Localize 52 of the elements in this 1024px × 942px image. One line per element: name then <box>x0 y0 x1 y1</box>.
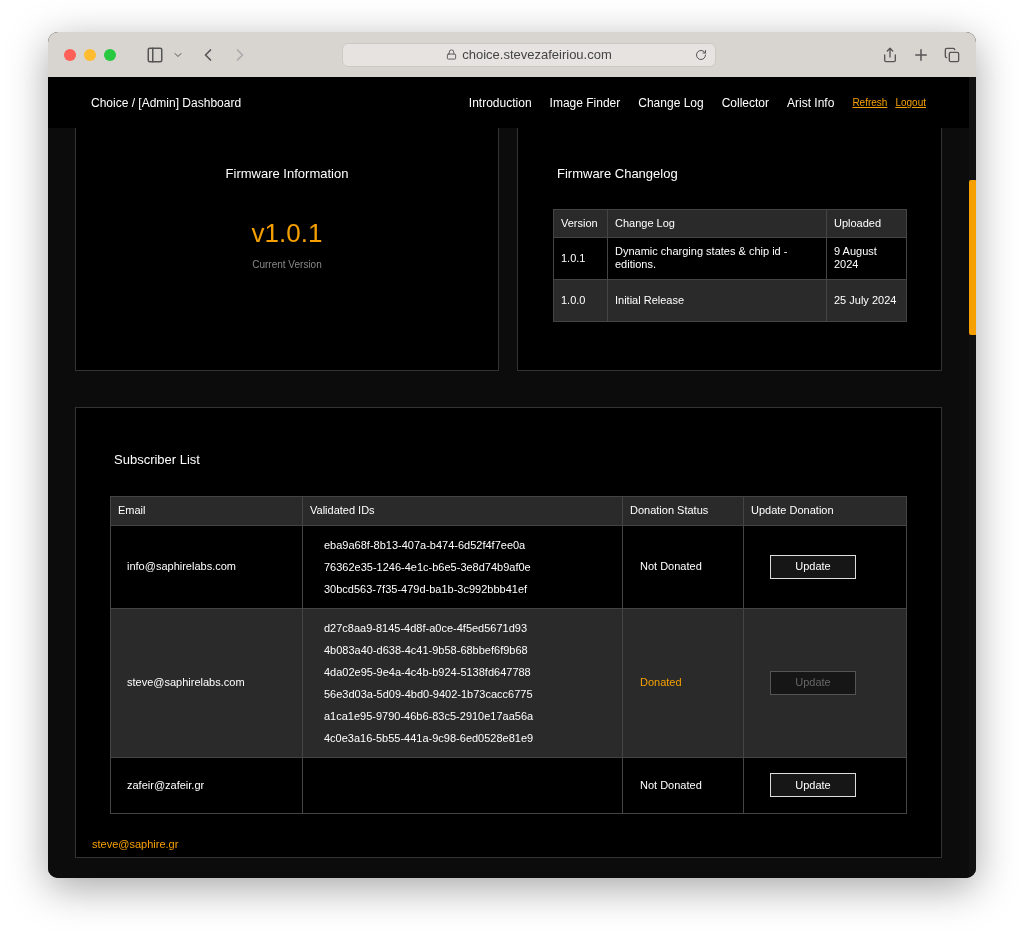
donation-status: Not Donated <box>640 560 702 573</box>
tabs-icon[interactable] <box>944 46 960 63</box>
panel-title: Firmware Information <box>225 165 349 183</box>
nav-link[interactable]: Introduction <box>468 93 532 112</box>
donation-status: Donated <box>640 676 682 689</box>
validated-id: 4b083a40-d638-4c41-9b58-68bbef6f9b68 <box>324 642 529 658</box>
share-icon[interactable] <box>882 46 898 63</box>
email-cell: zafeir@zafeir.gr <box>110 757 303 813</box>
validated-id: 4da02e95-9e4a-4c4b-b924-5138fd647788 <box>324 664 532 680</box>
lock-icon <box>446 49 458 60</box>
column-header: Donation Status <box>622 496 744 525</box>
update-button[interactable]: Update <box>770 554 856 579</box>
nav-link[interactable]: Change Log <box>638 93 704 112</box>
version-caption: Current Version <box>252 257 322 272</box>
column-header: Validated IDs <box>302 496 623 525</box>
version-number: v1.0.1 <box>251 216 323 250</box>
table-cell: Initial Release <box>607 279 827 321</box>
validated-id: a1ca1e95-9790-46b6-83c5-2910e17aa56a <box>324 708 535 724</box>
action-link[interactable]: Refresh <box>852 95 888 110</box>
column-header: Version <box>553 209 608 237</box>
table-cell: Dynamic charging states & chip id - editions. <box>607 237 827 279</box>
table-cell: 25 July 2024 <box>826 279 907 321</box>
validated-id: d27c8aa9-8145-4d8f-a0ce-4f5ed5671d93 <box>324 620 529 636</box>
panel-title: Firmware Changelog <box>556 165 679 183</box>
validated-id: 4c0e3a16-5b55-441a-9c98-6ed0528e81e9 <box>324 730 535 746</box>
table-cell: 9 August 2024 <box>826 237 907 279</box>
column-header: Uploaded <box>826 209 907 237</box>
panel-title: Subscriber List <box>113 451 201 469</box>
column-header: Update Donation <box>743 496 907 525</box>
table-cell: 1.0.0 <box>553 279 608 321</box>
nav-link[interactable]: Arist Info <box>787 93 835 112</box>
close-window-button[interactable] <box>64 48 76 61</box>
validated-id: eba9a68f-8b13-407a-b474-6d52f4f7ee0a <box>324 537 527 553</box>
address-bar[interactable]: choice.stevezafeiriou.com <box>342 42 716 67</box>
nav-link[interactable]: Collector <box>721 93 770 112</box>
validated-id: 56e3d03a-5d09-4bd0-9402-1b73cacc6775 <box>324 686 534 702</box>
update-button[interactable]: Update <box>770 773 856 797</box>
sidebar-icon[interactable] <box>146 45 164 64</box>
dashboard-title: Choice / [Admin] Dashboard <box>91 94 242 112</box>
table-cell: 1.0.1 <box>553 237 608 279</box>
reload-icon[interactable] <box>695 48 707 61</box>
url-text: choice.stevezafeiriou.com <box>462 45 612 64</box>
email-cell: steve@saphirelabs.com <box>110 608 303 757</box>
donation-status: Not Donated <box>640 778 702 791</box>
validated-id: 30bcd563-7f35-479d-ba1b-3c992bbb41ef <box>324 581 529 597</box>
action-link[interactable]: Logout <box>895 95 926 110</box>
email-cell: info@saphirelabs.com <box>110 525 303 608</box>
footer-email: steve@saphire.gr <box>92 838 179 850</box>
validated-id: 76362e35-1246-4e1c-b6e5-3e8d74b9af0e <box>324 559 532 575</box>
nav-link[interactable]: Image Finder <box>549 93 621 112</box>
column-header: Email <box>110 496 303 525</box>
column-header: Change Log <box>607 209 827 237</box>
